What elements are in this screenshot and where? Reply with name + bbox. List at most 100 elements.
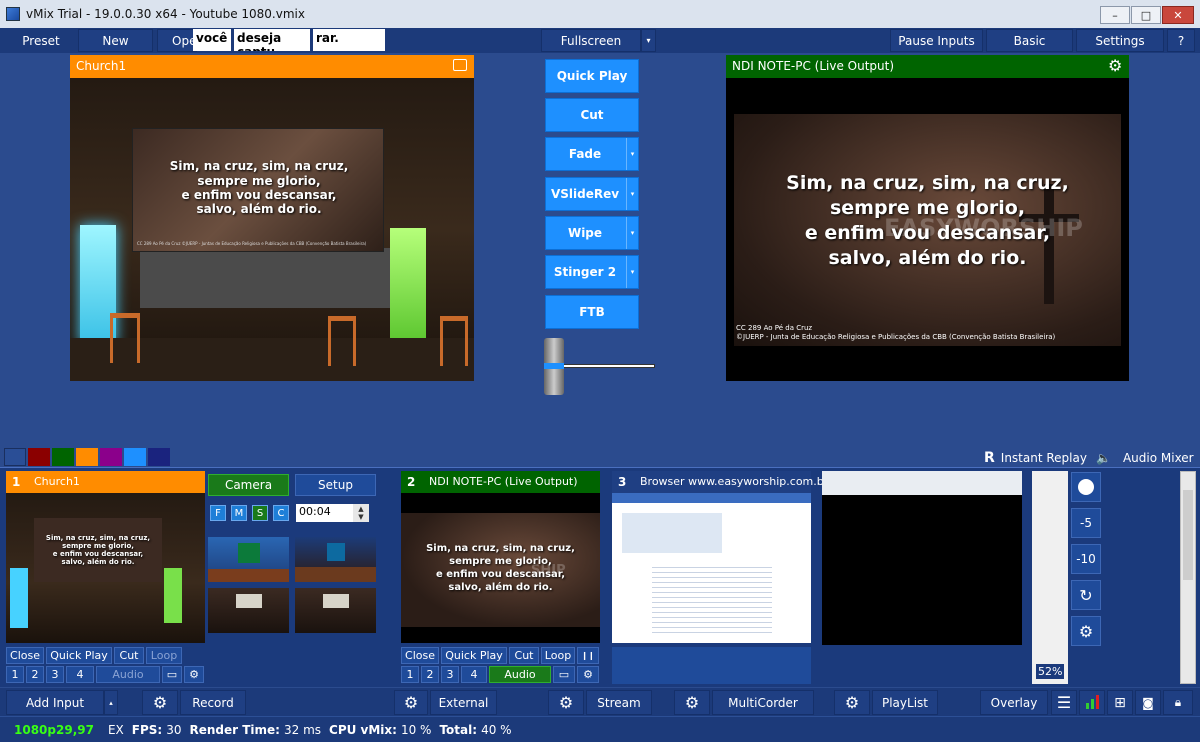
input2-gear-icon[interactable]: ⚙ <box>577 666 599 683</box>
color-tag-red[interactable] <box>28 448 50 466</box>
time-input[interactable]: 00:04 <box>296 504 353 522</box>
input2-audio-button[interactable]: Audio <box>489 666 551 683</box>
input2-num-3[interactable]: 3 <box>441 666 459 683</box>
color-tag-orange[interactable] <box>76 448 98 466</box>
f-button[interactable]: F <box>210 505 226 521</box>
c-button[interactable]: C <box>273 505 289 521</box>
fade-button[interactable]: Fade ▾ <box>545 137 639 171</box>
multiview-grid-icon[interactable]: ⊞ <box>1107 690 1133 715</box>
input1-num-1[interactable]: 1 <box>6 666 24 683</box>
input2-num-2[interactable]: 2 <box>421 666 439 683</box>
scrollbar-thumb[interactable] <box>1183 490 1193 580</box>
input1-num-4[interactable]: 4 <box>66 666 94 683</box>
add-input-dropdown[interactable]: ▴ <box>104 690 118 715</box>
vsliderev-button[interactable]: VSlideRev ▾ <box>545 177 639 211</box>
wipe-dropdown-icon[interactable]: ▾ <box>626 217 638 249</box>
input2-monitor-icon[interactable]: ▭ <box>553 666 575 683</box>
pause-icon[interactable]: ❙❙ <box>577 647 599 664</box>
record-button[interactable]: Record <box>180 690 246 715</box>
preset-button[interactable]: Preset <box>6 29 76 52</box>
m-button[interactable]: M <box>231 505 247 521</box>
input2-num-1[interactable]: 1 <box>401 666 419 683</box>
multicorder-button[interactable]: MultiCorder <box>712 690 814 715</box>
maximize-button[interactable]: □ <box>1131 6 1161 24</box>
help-button[interactable]: ? <box>1167 29 1195 52</box>
stream-gear-icon[interactable]: ⚙ <box>548 690 584 715</box>
input1-quickplay-button[interactable]: Quick Play <box>46 647 112 664</box>
basic-button[interactable]: Basic <box>986 29 1073 52</box>
fullscreen-dropdown[interactable]: ▾ <box>641 29 656 52</box>
minus10-button[interactable]: -10 <box>1071 544 1101 574</box>
camera-thumb-3[interactable] <box>208 588 289 633</box>
input2-close-button[interactable]: Close <box>401 647 439 664</box>
setup-button[interactable]: Setup <box>295 474 376 496</box>
wipe-button[interactable]: Wipe ▾ <box>545 216 639 250</box>
external-gear-icon[interactable]: ⚙ <box>394 690 428 715</box>
audio-meter-icon[interactable] <box>1079 690 1105 715</box>
fullscreen-button[interactable]: Fullscreen <box>541 29 641 52</box>
fade-dropdown-icon[interactable]: ▾ <box>626 138 638 170</box>
replay-play-icon[interactable]: ↻ <box>1071 580 1101 610</box>
replay-gear-icon[interactable]: ⚙ <box>1071 616 1101 646</box>
input2-quickplay-button[interactable]: Quick Play <box>441 647 507 664</box>
ftb-button[interactable]: FTB <box>545 295 639 329</box>
input1-gear-icon[interactable]: ⚙ <box>184 666 204 683</box>
lock-icon[interactable]: 🔒︎ <box>1163 690 1193 715</box>
time-spinner[interactable]: ▲ ▼ <box>353 504 369 522</box>
color-tag-lightblue[interactable] <box>124 448 146 466</box>
playlist-button[interactable]: PlayList <box>872 690 938 715</box>
instant-replay-link[interactable]: R Instant Replay <box>984 449 1087 467</box>
input2-slide: SHIP Sim, na cruz, sim, na cruz, sempre … <box>401 513 600 627</box>
close-window-button[interactable]: ✕ <box>1162 6 1194 24</box>
hamburger-icon[interactable]: ☰ <box>1051 690 1077 715</box>
input1-num-2[interactable]: 2 <box>26 666 44 683</box>
input1-close-button[interactable]: Close <box>6 647 44 664</box>
color-tag-green[interactable] <box>52 448 74 466</box>
add-input-button[interactable]: Add Input <box>6 690 104 715</box>
input1-title: Church1 <box>34 475 80 488</box>
s-button[interactable]: S <box>252 505 268 521</box>
cut-button[interactable]: Cut <box>545 98 639 132</box>
input1-num-3[interactable]: 3 <box>46 666 64 683</box>
stinger2-button[interactable]: Stinger 2 ▾ <box>545 255 639 289</box>
color-tag-navy[interactable] <box>148 448 170 466</box>
input2-cut-button[interactable]: Cut <box>509 647 539 664</box>
camera-thumb-4[interactable] <box>295 588 376 633</box>
camera-button[interactable]: Camera <box>208 474 289 496</box>
record-dot-button[interactable] <box>1071 472 1101 502</box>
camera-thumb-1[interactable] <box>208 537 289 582</box>
preview-header: Church1 <box>70 55 474 78</box>
minus5-button[interactable]: -5 <box>1071 508 1101 538</box>
settings-button[interactable]: Settings <box>1076 29 1164 52</box>
overlay-button[interactable]: Overlay <box>980 690 1048 715</box>
quick-play-button[interactable]: Quick Play <box>545 59 639 93</box>
new-button[interactable]: New <box>78 29 153 52</box>
input1-audio-button[interactable]: Audio <box>96 666 160 683</box>
color-tags <box>4 448 174 466</box>
camera-thumb-2[interactable] <box>295 537 376 582</box>
gear-icon[interactable]: ⚙ <box>1108 56 1122 75</box>
color-tag-blue[interactable] <box>4 448 26 466</box>
minimize-button[interactable]: – <box>1100 6 1130 24</box>
input1-cut-button[interactable]: Cut <box>114 647 144 664</box>
playlist-gear-icon[interactable]: ⚙ <box>834 690 870 715</box>
input2-num-4[interactable]: 4 <box>461 666 487 683</box>
input4-window-chrome <box>822 471 1022 495</box>
stinger2-dropdown-icon[interactable]: ▾ <box>626 256 638 288</box>
external-button[interactable]: External <box>430 690 497 715</box>
input2-loop-button[interactable]: Loop <box>541 647 575 664</box>
preview-menu-icon[interactable] <box>453 59 467 71</box>
open-button[interactable]: Ope <box>157 29 197 52</box>
tbar-handle[interactable] <box>544 338 564 395</box>
color-tag-purple[interactable] <box>100 448 122 466</box>
pause-inputs-button[interactable]: Pause Inputs <box>890 29 983 52</box>
input1-loop-button[interactable]: Loop <box>146 647 182 664</box>
stream-button[interactable]: Stream <box>586 690 652 715</box>
audio-mixer-link[interactable]: 🔈 Audio Mixer <box>1096 449 1194 467</box>
vsliderev-dropdown-icon[interactable]: ▾ <box>626 178 638 210</box>
monitor-icon[interactable]: ▭ <box>162 666 182 683</box>
multicorder-gear-icon[interactable]: ⚙ <box>674 690 710 715</box>
record-gear-icon[interactable]: ⚙ <box>142 690 178 715</box>
snapshot-icon[interactable]: ◙ <box>1135 690 1161 715</box>
vertical-scrollbar[interactable] <box>1180 471 1196 684</box>
